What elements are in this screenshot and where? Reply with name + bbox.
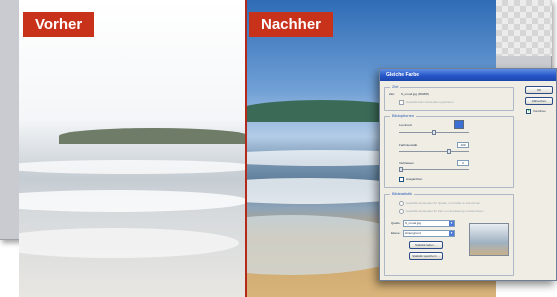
source-preview-thumbnail: [469, 223, 509, 256]
dialog-titlebar[interactable]: Gleiche Farbe: [380, 69, 556, 81]
surf-wave: [19, 190, 245, 212]
ignore-selection-checkbox[interactable]: [399, 100, 404, 105]
color-intensity-slider-thumb[interactable]: [447, 149, 451, 154]
ignore-selection-label: Auswahl beim Anwenden ignorieren: [406, 100, 454, 104]
preview-label: Vorschau: [533, 109, 546, 113]
use-selection-target-label: Auswahl verwenden für Ziel, um Anpassung…: [406, 209, 484, 213]
image-options-legend: Bildoptionen: [390, 113, 417, 119]
save-statistics-button[interactable]: Statistik speichern ...: [409, 252, 443, 260]
image-statistics-group: Bildstatistik Auswahl verwenden für Quel…: [384, 191, 514, 276]
luminance-label: Luminanz: [399, 123, 413, 127]
distant-headland: [59, 128, 245, 144]
color-intensity-slider-track[interactable]: [399, 151, 469, 152]
chevron-down-icon: ▼: [449, 221, 454, 226]
surf-wave: [19, 160, 245, 174]
target-value: S_mood.jpg (RGB/8): [401, 92, 429, 96]
fade-input[interactable]: 0: [457, 160, 469, 166]
before-label: Vorher: [23, 12, 95, 37]
color-intensity-input[interactable]: 100: [457, 142, 469, 148]
ok-button[interactable]: OK: [525, 86, 553, 94]
source-select[interactable]: S_mood.jpg ▼: [403, 220, 455, 227]
layer-select-value: Hintergrund: [405, 231, 421, 235]
image-options-group: Bildoptionen Luminanz Farbintensität 100…: [384, 113, 514, 188]
source-label: Quelle:: [391, 221, 401, 225]
neutralize-checkbox[interactable]: [399, 177, 404, 182]
use-selection-source-checkbox[interactable]: [399, 201, 404, 206]
use-selection-source-label: Auswahl verwenden für Quelle, um Farbe z…: [406, 201, 481, 205]
photo-before-half: [19, 0, 245, 297]
surf-wave: [19, 228, 239, 258]
preview-checkbox[interactable]: [526, 108, 531, 114]
target-group: Ziel Ziel: S_mood.jpg (RGB/8) Auswahl be…: [384, 84, 514, 111]
image-statistics-legend: Bildstatistik: [390, 191, 415, 197]
color-intensity-label: Farbintensität: [399, 143, 418, 147]
reset-button[interactable]: Abbrechen: [525, 97, 553, 105]
fade-slider-track[interactable]: [399, 169, 469, 170]
fade-label: Verblassen: [399, 161, 414, 165]
layer-label: Ebene:: [391, 231, 401, 235]
fade-slider-thumb[interactable]: [399, 167, 403, 172]
match-color-dialog: Gleiche Farbe Ziel Ziel: S_mood.jpg (RGB…: [379, 68, 557, 281]
load-statistics-button[interactable]: Statistik laden ...: [409, 241, 443, 249]
chevron-down-icon: ▼: [449, 231, 454, 236]
luminance-swatch[interactable]: [454, 120, 464, 129]
target-group-legend: Ziel: [390, 84, 401, 90]
neutralize-label: Ausgleichen: [406, 177, 423, 181]
before-after-divider: [245, 0, 247, 297]
source-select-value: S_mood.jpg: [405, 221, 422, 225]
luminance-slider-thumb[interactable]: [432, 130, 436, 135]
use-selection-target-checkbox[interactable]: [399, 209, 404, 214]
target-label: Ziel:: [389, 92, 395, 96]
after-label: Nachher: [249, 12, 334, 37]
layer-select[interactable]: Hintergrund ▼: [403, 230, 455, 237]
